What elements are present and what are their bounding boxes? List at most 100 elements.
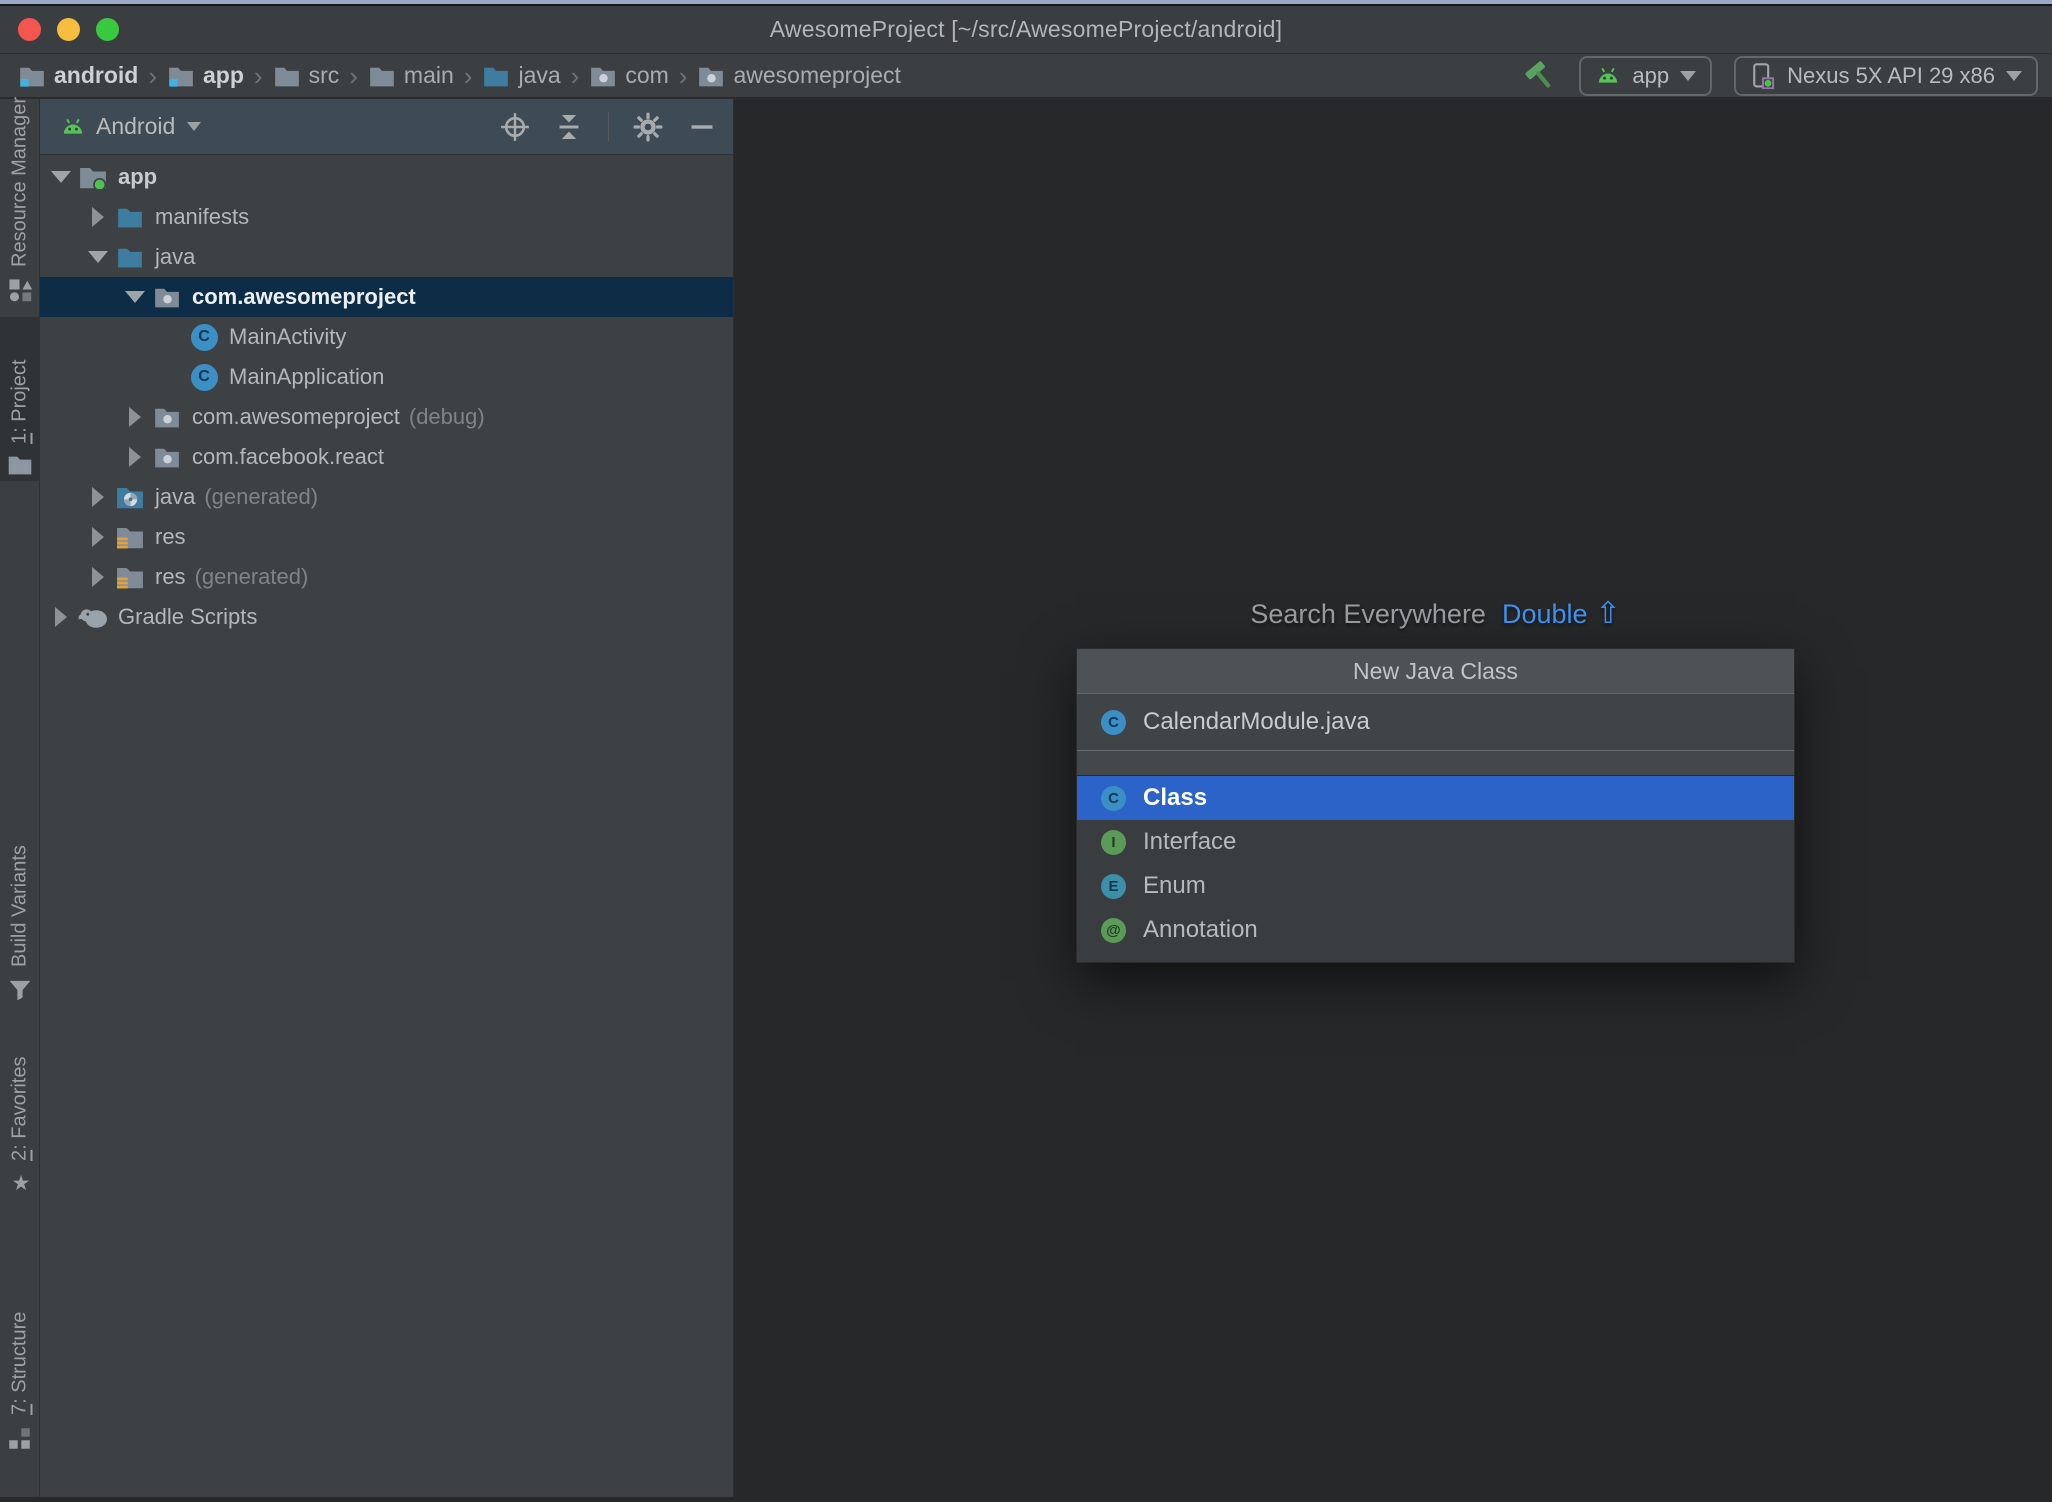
gear-icon xyxy=(633,112,663,142)
twisty-collapsed-icon[interactable] xyxy=(81,477,115,517)
tree-item-com.facebook.react[interactable]: com.facebook.react xyxy=(40,437,733,477)
collapse-all-icon[interactable] xyxy=(554,112,584,142)
chevron-down-icon[interactable] xyxy=(187,122,202,131)
tree-item-java[interactable]: java (generated) xyxy=(40,477,733,517)
sidebar-item-build-variants[interactable]: Build Variants xyxy=(0,835,40,1009)
breadcrumb-separator: › xyxy=(570,60,580,91)
close-window-button[interactable] xyxy=(18,18,41,41)
project-tool-window: Android app manifests java com.awesomeproje… xyxy=(40,99,734,1497)
navigation-toolbar: android › app › src › main › java › com › awesomepro… xyxy=(0,54,2052,99)
build-hammer-button[interactable] xyxy=(1523,59,1557,93)
breadcrumb-item-com[interactable]: com xyxy=(589,62,669,89)
popup-separator xyxy=(1077,751,1794,776)
popup-option-class[interactable]: C Class xyxy=(1077,776,1794,820)
titlebar: AwesomeProject [~/src/AwesomeProject/and… xyxy=(0,6,2052,54)
android-head-icon xyxy=(1595,67,1621,84)
tree-item-app[interactable]: app xyxy=(40,157,733,197)
twisty-collapsed-icon[interactable] xyxy=(81,197,115,237)
twisty-collapsed-icon[interactable] xyxy=(81,517,115,557)
tree-item-res[interactable]: res (generated) xyxy=(40,557,733,597)
project-tree: app manifests java com.awesomeproject C MainA… xyxy=(40,155,733,637)
breadcrumb-separator: › xyxy=(463,60,473,91)
tree-item-icon xyxy=(115,206,145,228)
device-phone-icon xyxy=(1750,62,1776,89)
tree-item-icon xyxy=(115,485,145,509)
twisty-expanded-icon[interactable] xyxy=(118,277,152,317)
tree-item-mainactivity[interactable]: C MainActivity xyxy=(40,317,733,357)
breadcrumb-label: com xyxy=(625,62,669,88)
package-folder-icon xyxy=(153,286,181,308)
tree-item-gradle-scripts[interactable]: Gradle Scripts xyxy=(40,597,733,637)
breadcrumb-item-main[interactable]: main xyxy=(368,62,454,89)
android-module-folder-icon xyxy=(78,165,108,192)
popup-option-label: Enum xyxy=(1143,872,1206,899)
tree-item-manifests[interactable]: manifests xyxy=(40,197,733,237)
source-folder-icon xyxy=(116,246,144,268)
breadcrumb-separator: › xyxy=(253,60,263,91)
package-folder-icon xyxy=(589,65,617,87)
generated-source-folder-icon xyxy=(115,485,145,509)
breadcrumb-separator: › xyxy=(349,60,358,91)
run-configuration-select[interactable]: app xyxy=(1579,55,1713,96)
tree-item-label: app xyxy=(118,164,158,189)
device-phone-icon xyxy=(1750,62,1776,89)
tree-item-java[interactable]: java xyxy=(40,237,733,277)
twisty-collapsed-icon[interactable] xyxy=(44,597,78,637)
sidebar-item-label: 2: Favorites xyxy=(8,1056,31,1161)
sidebar-item-label: Resource Manager xyxy=(8,96,31,267)
breadcrumb-item-java[interactable]: java xyxy=(482,62,561,89)
tree-item-label: MainActivity xyxy=(229,324,347,349)
popup-option-enum[interactable]: E Enum xyxy=(1077,864,1794,908)
tree-item-suffix: (generated) xyxy=(204,484,319,509)
twisty-expanded-icon[interactable] xyxy=(44,157,78,197)
breadcrumb-item-awesomeproject[interactable]: awesomeproject xyxy=(697,62,901,89)
tree-item-suffix: (generated) xyxy=(194,564,309,589)
tree-item-icon xyxy=(115,525,145,549)
shift-arrow-icon: ⇧ xyxy=(1595,597,1621,630)
twisty-expanded-icon[interactable] xyxy=(81,237,115,277)
tree-item-icon xyxy=(78,605,108,629)
sidebar-item-resource-manager[interactable]: Resource Manager xyxy=(0,97,40,309)
sidebar-item-structure[interactable]: 7: Structure xyxy=(0,1249,40,1457)
class-name-input[interactable]: C CalendarModule.java xyxy=(1077,694,1794,751)
breadcrumb-item-app[interactable]: app xyxy=(167,62,244,89)
run-configuration-label: app xyxy=(1632,62,1670,88)
package-folder-icon xyxy=(153,406,181,428)
breadcrumb-separator: › xyxy=(148,60,158,91)
popup-option-annotation[interactable]: @ Annotation xyxy=(1077,908,1794,952)
editor-area: Search Everywhere Double ⇧ New Java Class … xyxy=(734,99,2052,1497)
popup-option-label: Annotation xyxy=(1143,916,1258,943)
chevron-down-icon xyxy=(2006,70,2022,81)
header-divider xyxy=(608,111,609,142)
gear-icon[interactable] xyxy=(633,112,663,142)
popup-option-label: Interface xyxy=(1143,828,1237,855)
twisty-collapsed-icon[interactable] xyxy=(118,437,152,477)
tree-item-label: com.facebook.react xyxy=(192,444,384,469)
sidebar-item-favorites[interactable]: ★ 2: Favorites xyxy=(0,1045,40,1199)
twisty-collapsed-icon[interactable] xyxy=(118,397,152,437)
breadcrumb-item-android[interactable]: android xyxy=(18,62,138,89)
tree-item-icon xyxy=(115,246,145,268)
device-select[interactable]: Nexus 5X API 29 x86 xyxy=(1734,55,2038,96)
zoom-window-button[interactable] xyxy=(96,18,119,41)
locate-file-icon[interactable] xyxy=(500,112,530,142)
hide-panel-icon[interactable] xyxy=(687,112,717,142)
tree-item-icon xyxy=(78,165,108,192)
sidebar-item-label: 1: Project xyxy=(8,359,31,444)
tree-item-mainapplication[interactable]: C MainApplication xyxy=(40,357,733,397)
project-view-selector[interactable]: Android xyxy=(96,113,175,140)
minimize-window-button[interactable] xyxy=(57,18,80,41)
tree-item-com.awesomeproject[interactable]: com.awesomeproject xyxy=(40,277,733,317)
tool-window-stripe: Resource Manager 1: Project Build Variants… xyxy=(0,97,40,1497)
twisty-collapsed-icon[interactable] xyxy=(81,557,115,597)
class-icon: C xyxy=(190,323,218,351)
popup-option-interface[interactable]: I Interface xyxy=(1077,820,1794,864)
traffic-lights xyxy=(18,6,119,53)
tree-item-res[interactable]: res xyxy=(40,517,733,557)
tree-item-com.awesomeproject[interactable]: com.awesomeproject (debug) xyxy=(40,397,733,437)
breadcrumb-item-src[interactable]: src xyxy=(273,62,339,89)
sidebar-item-project[interactable]: 1: Project xyxy=(0,317,40,481)
interface-icon: I xyxy=(1101,829,1126,855)
